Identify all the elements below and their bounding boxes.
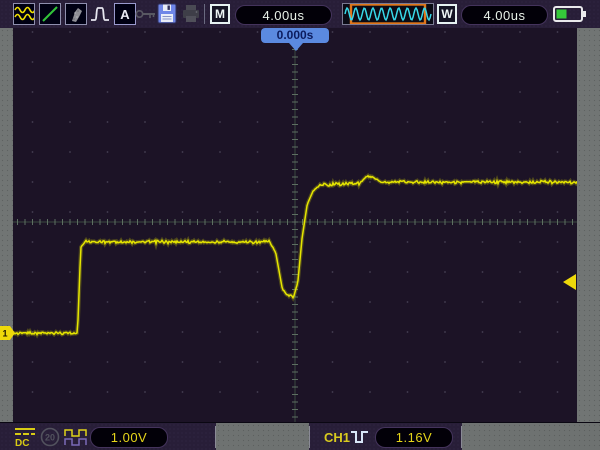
- statusbar-separator: [461, 426, 462, 448]
- time-offset-pointer-icon: [289, 43, 303, 51]
- statusbar-empty-slot: [462, 423, 600, 450]
- time-offset-label[interactable]: 0.000s: [261, 28, 329, 43]
- oscilloscope-screen: A M 4.00us W 4.00us 0.000s 1 DC 20 1.00V…: [0, 0, 600, 450]
- trigger-channel-label: CH1: [324, 430, 351, 445]
- channel1-ground-marker[interactable]: 1: [0, 325, 16, 341]
- svg-text:DC: DC: [15, 438, 29, 448]
- window-timebase-readout[interactable]: 4.00us: [461, 5, 548, 25]
- svg-text:A: A: [120, 7, 130, 22]
- main-timebase-label: M: [210, 4, 230, 24]
- dual-pulse-icon[interactable]: [64, 428, 90, 447]
- pulse-icon[interactable]: [89, 2, 113, 26]
- trigger-level-readout[interactable]: 1.16V: [375, 427, 453, 448]
- slope-icon[interactable]: [39, 3, 61, 25]
- trigger-pulse-icon[interactable]: [350, 429, 370, 445]
- auto-a-icon[interactable]: A: [114, 3, 136, 25]
- statusbar-separator: [215, 426, 216, 448]
- trigger-level-marker[interactable]: [562, 273, 577, 291]
- toolbar: A M 4.00us W 4.00us: [0, 0, 600, 29]
- toolbar-separator: [204, 4, 205, 24]
- statusbar: DC 20 1.00V CH1 1.16V: [0, 422, 600, 450]
- noise-icon[interactable]: [65, 3, 87, 25]
- dc-coupling-icon[interactable]: DC: [12, 426, 38, 448]
- window-timebase-label: W: [437, 4, 457, 24]
- svg-text:1: 1: [2, 329, 7, 339]
- waveform-display: [11, 28, 579, 422]
- ch1-scale-readout[interactable]: 1.00V: [90, 427, 168, 448]
- print-icon[interactable]: [181, 4, 201, 24]
- battery-icon: [553, 6, 586, 22]
- left-margin: [0, 28, 13, 422]
- right-margin: [577, 28, 600, 422]
- bandwidth-limit-icon[interactable]: 20: [40, 427, 60, 447]
- svg-text:20: 20: [45, 433, 55, 443]
- dual-waveform-icon[interactable]: [13, 3, 36, 25]
- save-floppy-icon[interactable]: [157, 3, 177, 24]
- battery-charge-level: [556, 9, 567, 19]
- zoom-window-icon[interactable]: [342, 3, 434, 25]
- statusbar-separator: [309, 426, 310, 448]
- statusbar-empty-slot: [216, 423, 309, 450]
- main-timebase-readout[interactable]: 4.00us: [235, 5, 332, 25]
- key-icon[interactable]: [135, 6, 157, 22]
